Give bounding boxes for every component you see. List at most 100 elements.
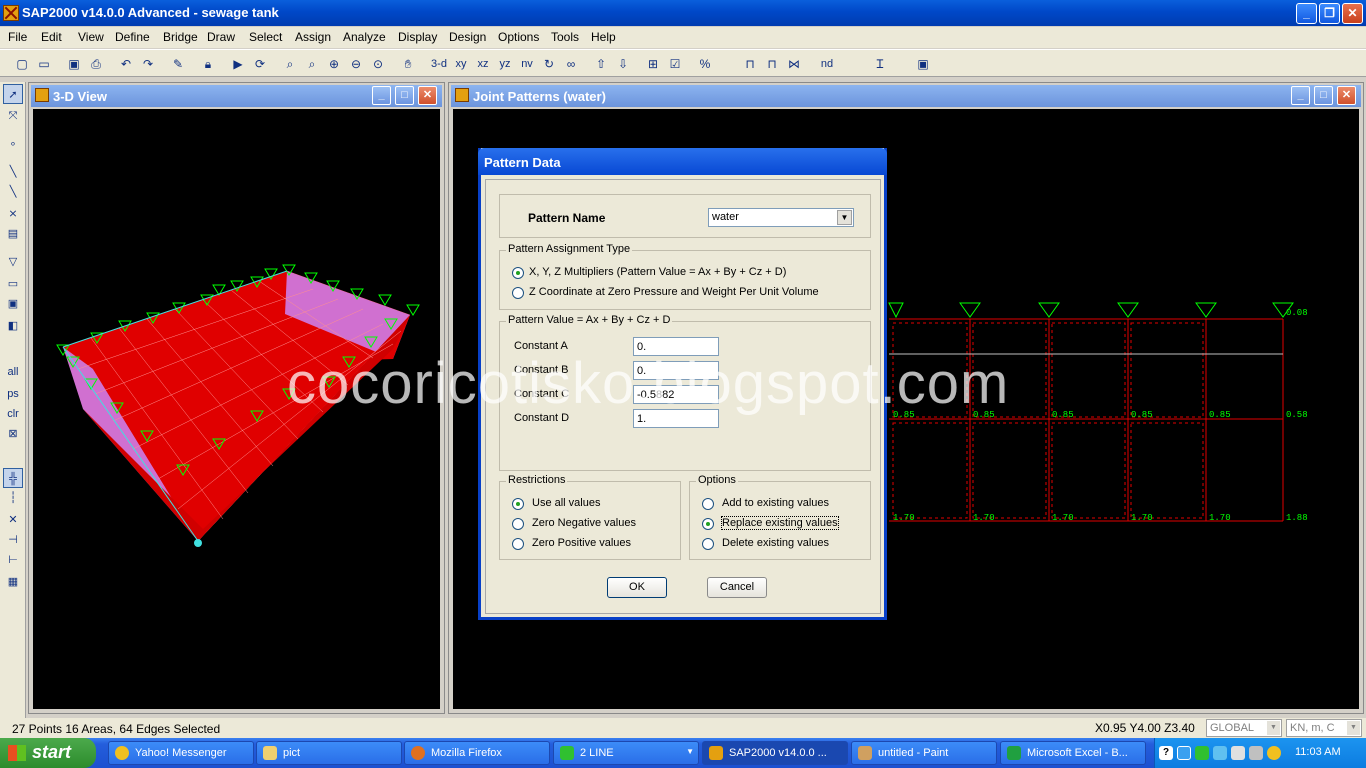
section-icon[interactable]: Ɪ	[870, 54, 890, 74]
grid-icon[interactable]: ⊞	[643, 54, 663, 74]
menu-view[interactable]: View	[78, 30, 104, 44]
menu-bridge[interactable]: Bridge	[163, 30, 198, 44]
clear-selection-button[interactable]: clr	[3, 404, 23, 424]
reshape-icon[interactable]: ⤧	[3, 106, 23, 126]
previous-selection-button[interactable]: ps	[3, 384, 23, 404]
menu-assign[interactable]: Assign	[295, 30, 331, 44]
task-paint[interactable]: untitled - Paint	[851, 741, 997, 765]
network-icon[interactable]	[1213, 746, 1227, 760]
zoom-window-icon[interactable]: ⌕	[280, 54, 300, 74]
menu-define[interactable]: Define	[115, 30, 150, 44]
menu-edit[interactable]: Edit	[41, 30, 62, 44]
zoom-full-icon[interactable]: ⊙	[368, 54, 388, 74]
view-xz-button[interactable]: xz	[473, 54, 493, 74]
pencil-icon[interactable]: ✎	[168, 54, 188, 74]
help-icon[interactable]: ?	[1159, 746, 1173, 760]
task-yahoo-messenger[interactable]: Yahoo! Messenger	[108, 741, 254, 765]
view-nv-button[interactable]: nv	[517, 54, 537, 74]
arrow-up-icon[interactable]: ⇧	[591, 54, 611, 74]
task-firefox[interactable]: Mozilla Firefox	[404, 741, 550, 765]
cancel-button[interactable]: Cancel	[707, 577, 767, 598]
radio-zero-positive[interactable]	[512, 538, 524, 550]
menu-options[interactable]: Options	[498, 30, 539, 44]
sap-app-icon[interactable]	[3, 5, 19, 21]
minimize-button[interactable]: _	[1296, 3, 1317, 24]
display-icon[interactable]: ▣	[913, 54, 933, 74]
draw-rect-area-icon[interactable]: ▭	[3, 274, 23, 294]
snap-intersection-icon[interactable]: ✕	[3, 510, 23, 530]
pan-icon[interactable]: ✋︎	[398, 54, 418, 74]
draw-point-icon[interactable]: ∘	[3, 134, 23, 154]
messenger-tray-icon[interactable]	[1267, 746, 1281, 760]
radio-use-all-values[interactable]	[512, 498, 524, 510]
snap-ends-icon[interactable]: ┆	[3, 488, 23, 508]
save-icon[interactable]: ▣	[64, 54, 84, 74]
lock-icon[interactable]: 🔒︎	[198, 54, 218, 74]
menu-select[interactable]: Select	[249, 30, 282, 44]
radio-add-existing[interactable]	[702, 498, 714, 510]
start-button[interactable]: start	[0, 738, 96, 768]
draw-poly-area-icon[interactable]: ▽	[3, 252, 23, 272]
zoom-restore-icon[interactable]: ⌕	[302, 54, 322, 74]
view-nd-button[interactable]: nd	[817, 54, 837, 74]
restore-button[interactable]: ❐	[1319, 3, 1340, 24]
draw-cable-icon[interactable]: ╲	[3, 182, 23, 202]
radio-delete-existing[interactable]	[702, 538, 714, 550]
monitor-icon[interactable]	[1231, 746, 1245, 760]
menu-analyze[interactable]: Analyze	[343, 30, 386, 44]
check-icon[interactable]: ☑	[665, 54, 685, 74]
snap-points-icon[interactable]: ╬	[3, 468, 23, 488]
view-3d-button[interactable]: 3-d	[428, 54, 450, 74]
radio-xyz-multipliers[interactable]	[512, 267, 524, 279]
arrow-down-icon[interactable]: ⇩	[613, 54, 633, 74]
units-dropdown[interactable]: KN, m, C ▼	[1286, 719, 1362, 737]
glasses-icon[interactable]: ∞	[561, 54, 581, 74]
ok-button[interactable]: OK	[607, 577, 667, 598]
view-3d-close-button[interactable]: ✕	[418, 86, 437, 105]
pointer-icon[interactable]: ➚	[3, 84, 23, 104]
view-xy-button[interactable]: xy	[451, 54, 471, 74]
snap-perpendicular-icon[interactable]: ⊣	[3, 530, 23, 550]
new-file-icon[interactable]: ▢	[12, 54, 32, 74]
menu-design[interactable]: Design	[449, 30, 486, 44]
draw-frame-icon[interactable]: ╲	[3, 162, 23, 182]
chevron-down-icon[interactable]: ▼	[1267, 721, 1280, 735]
snap-lines-icon[interactable]: ⊢	[3, 550, 23, 570]
open-folder-icon[interactable]: ▭	[34, 54, 54, 74]
menu-tools[interactable]: Tools	[551, 30, 579, 44]
menu-display[interactable]: Display	[398, 30, 437, 44]
radio-z-coordinate[interactable]	[512, 287, 524, 299]
frame-icon[interactable]: ⊓	[740, 54, 760, 74]
undo-icon[interactable]: ↶	[116, 54, 136, 74]
task-line[interactable]: 2 LINE ▼	[553, 741, 699, 765]
joint-patterns-close-button[interactable]: ✕	[1337, 86, 1356, 105]
intersect-icon[interactable]: ⊠	[3, 424, 23, 444]
menu-draw[interactable]: Draw	[207, 30, 235, 44]
view-3d-minimize-button[interactable]: _	[372, 86, 391, 105]
pattern-name-dropdown[interactable]: water ▼	[708, 208, 854, 227]
radio-zero-negative[interactable]	[512, 518, 524, 530]
task-excel[interactable]: Microsoft Excel - B...	[1000, 741, 1146, 765]
chevron-down-icon[interactable]: ▼	[837, 210, 852, 225]
percent-icon[interactable]: %	[695, 54, 715, 74]
rotate-icon[interactable]: ⟳	[250, 54, 270, 74]
task-sap2000[interactable]: SAP2000 v14.0.0 ...	[702, 741, 848, 765]
select-all-button[interactable]: all	[3, 362, 23, 382]
redo-icon[interactable]: ↷	[138, 54, 158, 74]
snap-grid-icon[interactable]: ▦	[3, 572, 23, 592]
brace-icon[interactable]: ⋈	[784, 54, 804, 74]
joint-patterns-minimize-button[interactable]: _	[1291, 86, 1310, 105]
menu-help[interactable]: Help	[591, 30, 616, 44]
quick-area-icon[interactable]: ▣	[3, 294, 23, 314]
print-icon[interactable]: ⎙	[86, 54, 106, 74]
back-icon[interactable]	[1177, 746, 1191, 760]
zoom-out-icon[interactable]: ⊖	[346, 54, 366, 74]
line-tray-icon[interactable]	[1195, 746, 1209, 760]
view-yz-button[interactable]: yz	[495, 54, 515, 74]
close-button[interactable]: ✕	[1342, 3, 1363, 24]
draw-solid-icon[interactable]: ◧	[3, 316, 23, 336]
printer-icon[interactable]	[1249, 746, 1263, 760]
refresh-icon[interactable]: ↻	[539, 54, 559, 74]
task-pict-folder[interactable]: pict	[256, 741, 402, 765]
joint-patterns-window-icon[interactable]	[455, 88, 469, 102]
